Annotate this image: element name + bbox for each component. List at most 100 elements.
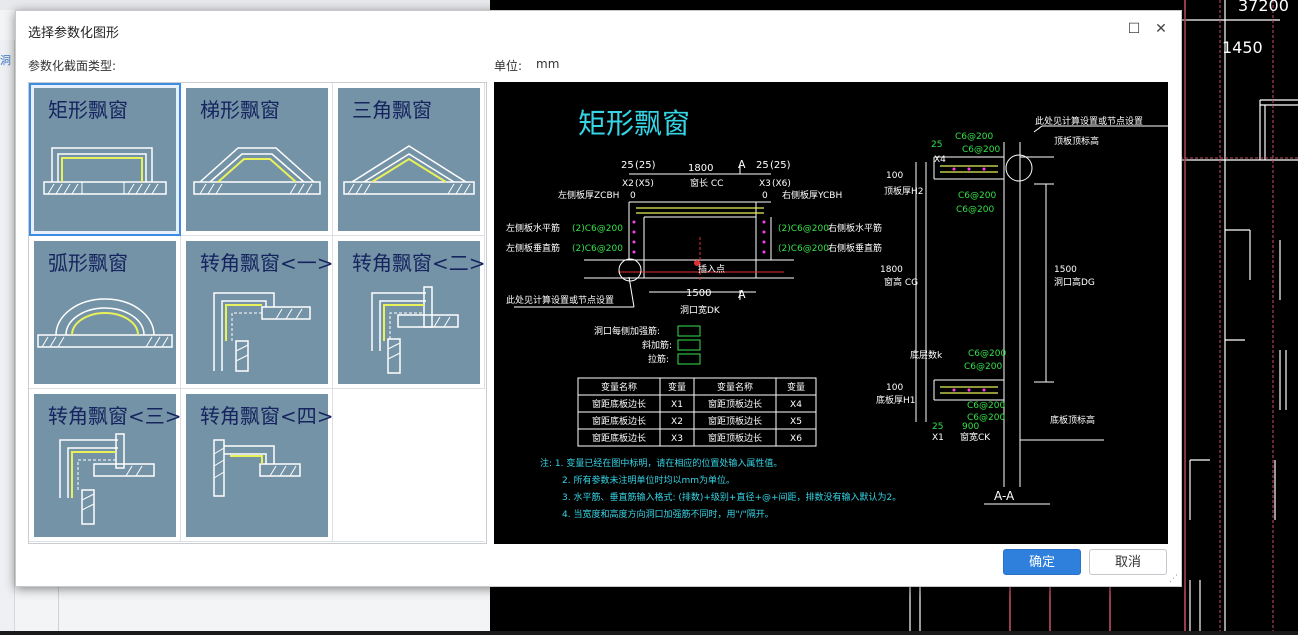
section-rebar: C6@200 xyxy=(967,401,1005,411)
section-rebar: C6@200 xyxy=(956,205,994,215)
shape-thumbnail: 转角飘窗<一> xyxy=(186,241,334,384)
section-see-note: 此处见计算设置或节点设置 xyxy=(1035,115,1143,127)
table-cell: 窗距顶板边长 xyxy=(708,432,762,444)
corner-bay-window-3-icon xyxy=(59,433,155,525)
table-cell: X5 xyxy=(790,417,802,427)
plan-zero-left: 0 xyxy=(630,191,636,201)
shape-option-corner-bay-window-1[interactable]: 转角飘窗<一> xyxy=(181,236,334,389)
table-cell: X1 xyxy=(671,400,683,410)
section-top-thickness: 顶板厚H2 xyxy=(884,185,924,197)
resize-grip-icon[interactable]: ⋰ xyxy=(1169,574,1178,584)
shape-thumbnail: 转角飘窗<四> xyxy=(186,394,334,537)
table-header: 变量 xyxy=(787,381,805,393)
plan-left-v-rebar: 左侧板垂直筋 xyxy=(506,242,560,254)
plan-dim-25b-right: (25) xyxy=(770,160,791,171)
section-dim-100-top: 100 xyxy=(886,171,903,181)
plan-dim-25-right: 25 xyxy=(756,160,769,171)
background-divider xyxy=(58,586,59,631)
shape-thumbnail: 弧形飘窗 xyxy=(34,241,176,384)
ok-button[interactable]: 确定 xyxy=(1003,549,1081,575)
plan-left-v-rebar-code: (2)C6@200 xyxy=(572,244,623,254)
section-dim-1500: 1500 xyxy=(1054,265,1077,275)
shape-preview: 矩形飘窗 25 (25) 25 (25) 1800 A X2 (X5) X3 (… xyxy=(494,82,1168,544)
cancel-button[interactable]: 取消 xyxy=(1089,549,1167,575)
table-header: 变量名称 xyxy=(717,381,753,393)
shape-option-empty xyxy=(333,389,485,542)
plan-dim-1800: 1800 xyxy=(688,163,713,174)
note-line: 2. 所有参数未注明单位时均以mm为单位。 xyxy=(562,474,735,486)
section-rebar: C6@200 xyxy=(968,349,1006,359)
section-rebar: C6@200 xyxy=(955,132,993,142)
shape-option-triangle-bay-window[interactable]: 三角飘窗 xyxy=(333,83,485,236)
shape-option-corner-bay-window-3[interactable]: 转角飘窗<三> xyxy=(29,389,182,542)
section-type-label: 参数化截面类型: xyxy=(28,59,117,73)
background-sidebar xyxy=(0,40,15,631)
background-toolbar xyxy=(0,0,490,10)
table-header: 变量名称 xyxy=(601,381,637,393)
plan-x6: (X6) xyxy=(772,179,791,189)
triangle-bay-window-icon xyxy=(343,145,475,195)
corner-bay-window-1-icon xyxy=(213,292,311,372)
opening-rebar-input[interactable] xyxy=(677,325,701,337)
plan-right-v-rebar-code: (2)C6@200 xyxy=(778,244,829,254)
plan-section-mark-bottom: A xyxy=(738,288,746,301)
parametric-shape-dialog: 选择参数化图形 ☐ ✕ 参数化截面类型: 单位: mm 矩形飘窗 梯形飘窗 三角… xyxy=(15,10,1182,587)
diag-rebar-input[interactable] xyxy=(677,339,701,351)
table-cell: X3 xyxy=(671,434,683,444)
note-line: 4. 当宽度和高度方向洞口加强筋不同时，用"/"隔开。 xyxy=(562,508,774,520)
section-bottom-code: 底层数k xyxy=(910,349,943,361)
tie-rebar-input[interactable] xyxy=(677,353,701,365)
unit-label: 单位: xyxy=(494,59,523,73)
shape-thumbnail: 转角飘窗<三> xyxy=(34,394,182,537)
table-cell: 窗距底板边长 xyxy=(592,415,646,427)
shape-thumbnail: 三角飘窗 xyxy=(338,88,480,231)
plan-see-note: 此处见计算设置或节点设置 xyxy=(506,294,614,306)
shape-option-corner-bay-window-4[interactable]: 转角飘窗<四> xyxy=(181,389,334,542)
corner-bay-window-2-icon xyxy=(371,286,459,374)
section-rebar: C6@200 xyxy=(958,191,996,201)
plan-window-length: 窗长 CC xyxy=(690,177,723,189)
shape-option-trapezoid-bay-window[interactable]: 梯形飘窗 xyxy=(181,83,333,236)
section-label: A-A xyxy=(994,489,1015,503)
plan-x3: X3 xyxy=(759,179,771,189)
arc-bay-window-icon xyxy=(37,298,173,348)
section-dim-25: 25 xyxy=(931,140,942,150)
plan-dim-1500: 1500 xyxy=(686,288,711,299)
maximize-icon[interactable]: ☐ xyxy=(1125,20,1143,38)
corner-bay-window-4-icon xyxy=(213,439,301,497)
table-cell: 窗距顶板边长 xyxy=(708,415,762,427)
section-x1: X1 xyxy=(932,433,944,443)
plan-zero-right: 0 xyxy=(762,191,768,201)
preview-drawing: 矩形飘窗 25 (25) 25 (25) 1800 A X2 (X5) X3 (… xyxy=(506,107,1168,520)
section-bottom-thickness: 底板厚H1 xyxy=(876,394,916,406)
section-opening-height: 洞口高DG xyxy=(1054,276,1095,288)
trapezoid-bay-window-icon xyxy=(193,147,321,195)
plan-x2: X2 xyxy=(622,179,634,189)
section-dim-25-bottom: 25 xyxy=(932,422,943,432)
rect-bay-window-icon xyxy=(43,147,167,195)
dialog-titlebar[interactable]: 选择参数化图形 ☐ ✕ xyxy=(16,11,1181,49)
plan-x5: (X5) xyxy=(635,179,654,189)
unit-value: mm xyxy=(536,57,560,71)
shape-option-corner-bay-window-2[interactable]: 转角飘窗<二> xyxy=(333,236,486,389)
diag-rebar-label: 斜加筋: xyxy=(642,339,672,351)
opening-rebar-label: 洞口每侧加强筋: xyxy=(594,325,660,337)
section-bottom-elev: 底板顶标高 xyxy=(1050,414,1095,426)
section-window-height: 窗高 CG xyxy=(884,276,918,288)
plan-right-h-rebar-code: (2)C6@200 xyxy=(778,224,829,234)
close-icon[interactable]: ✕ xyxy=(1152,20,1170,38)
shape-option-rect-bay-window[interactable]: 矩形飘窗 xyxy=(29,83,181,236)
section-top-elev: 顶板顶标高 xyxy=(1054,135,1099,147)
plan-right-h-rebar: 右侧板水平筋 xyxy=(828,222,882,234)
plan-dim-25: 25 xyxy=(621,160,634,171)
plan-dim-25b: (25) xyxy=(635,160,656,171)
note-line: 3. 水平筋、垂直筋输入格式: (排数)+级别+直径+@+间距，排数没有输入默认… xyxy=(562,491,901,503)
background-sidebar-text: 洞 xyxy=(0,54,11,67)
plan-insert-point: 插入点 xyxy=(698,263,725,275)
shape-option-arc-bay-window[interactable]: 弧形飘窗 xyxy=(29,236,181,389)
dialog-title: 选择参数化图形 xyxy=(28,26,120,41)
plan-left-h-rebar-code: (2)C6@200 xyxy=(572,224,623,234)
plan-right-v-rebar: 右侧板垂直筋 xyxy=(828,242,882,254)
cad-dimension: 1450 xyxy=(1222,38,1263,57)
section-dim-900: 900 xyxy=(962,422,979,432)
